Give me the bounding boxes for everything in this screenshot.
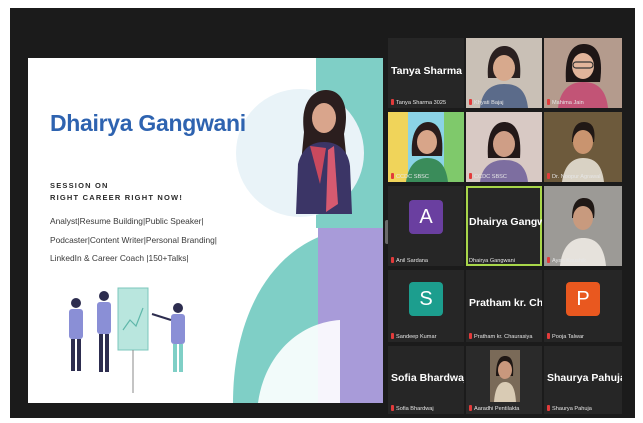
participant-caption: Shaurya Pahuja: [547, 405, 620, 412]
mic-muted-icon: [547, 99, 550, 105]
participant-tile[interactable]: P Pooja Talwar: [544, 270, 622, 342]
participant-video: [466, 346, 542, 414]
participant-caption: Sofia Bhardwaj: [391, 405, 462, 412]
participant-caption: Pratham kr. Chaurasiya: [469, 333, 540, 340]
participant-video: [544, 112, 622, 182]
participant-caption: Sandeep Kumar: [391, 333, 462, 340]
mic-muted-icon: [469, 333, 472, 339]
participant-video: [388, 112, 464, 182]
participant-caption: CCDC SBSC: [391, 173, 462, 180]
participant-name-large: Sofia Bhardwaj: [391, 371, 464, 384]
mic-muted-icon: [547, 173, 550, 179]
mic-muted-icon: [547, 257, 550, 263]
participant-caption: Pooja Talwar: [547, 333, 620, 340]
participant-tile-active-speaker[interactable]: Dhairya Gangw... Dhairya Gangwani: [466, 186, 542, 266]
participant-tile[interactable]: Tanya Sharma 3... Tanya Sharma 3025: [388, 38, 464, 108]
participant-caption: Khyati Bajaj: [469, 99, 540, 106]
participant-caption: Ayan Kaushik: [547, 257, 620, 264]
participant-caption: Tanya Sharma 3025: [391, 99, 462, 106]
participant-tile[interactable]: Shaurya Pahuja Shaurya Pahuja: [544, 346, 622, 414]
participant-caption: Mahima Jain: [547, 99, 620, 106]
presenter-photo: [296, 90, 352, 214]
avatar-initial: A: [409, 200, 443, 234]
participant-caption: Dr. Noopur Agrawal: [547, 173, 620, 180]
participant-caption: Aaradhi Pentilakta: [469, 405, 540, 412]
presenter-name: Dhairya Gangwani: [50, 110, 246, 136]
shared-screen-slide: Dhairya Gangwani SESSION ON RIGHT CAREER…: [28, 58, 383, 403]
roles-line-2: Podcaster|Content Writer|Personal Brandi…: [50, 235, 217, 245]
mic-muted-icon: [391, 173, 394, 179]
meeting-window: Dhairya Gangwani SESSION ON RIGHT CAREER…: [10, 8, 635, 418]
mic-muted-icon: [391, 333, 394, 339]
session-title: RIGHT CAREER RIGHT NOW!: [50, 193, 184, 202]
participant-name-large: Dhairya Gangw...: [469, 216, 542, 229]
avatar-initial: S: [409, 282, 443, 316]
participant-name-large: Shaurya Pahuja: [547, 371, 622, 384]
mic-muted-icon: [547, 333, 550, 339]
participant-tile[interactable]: CCDC SBSC: [388, 112, 464, 182]
participant-tile[interactable]: Sofia Bhardwaj Sofia Bhardwaj: [388, 346, 464, 414]
participant-name-large: Pratham kr. Cha...: [469, 297, 542, 310]
participant-caption: CCDC SBSC: [469, 173, 540, 180]
participant-video: [544, 186, 622, 266]
participant-caption: Anil Sardana: [391, 257, 462, 264]
mic-muted-icon: [469, 173, 472, 179]
roles-line-3: LinkedIn & Career Coach |150+Talks|: [50, 253, 189, 263]
avatar-initial: P: [566, 282, 600, 316]
mic-muted-icon: [391, 99, 394, 105]
participant-tile[interactable]: A Anil Sardana: [388, 186, 464, 266]
participant-video: [466, 38, 542, 108]
mic-muted-icon: [469, 405, 472, 411]
participant-tile[interactable]: Mahima Jain: [544, 38, 622, 108]
participant-tile[interactable]: Aaradhi Pentilakta: [466, 346, 542, 414]
participant-tile[interactable]: Dr. Noopur Agrawal: [544, 112, 622, 182]
participant-tile[interactable]: Ayan Kaushik: [544, 186, 622, 266]
participant-caption: Dhairya Gangwani: [469, 258, 516, 264]
mic-muted-icon: [391, 405, 394, 411]
participant-tile[interactable]: Khyati Bajaj: [466, 38, 542, 108]
session-label: SESSION ON: [50, 181, 109, 190]
mic-muted-icon: [547, 405, 550, 411]
participant-video: [466, 112, 542, 182]
mic-muted-icon: [469, 99, 472, 105]
participant-tile[interactable]: S Sandeep Kumar: [388, 270, 464, 342]
participant-video: [544, 38, 622, 108]
participant-name-large: Tanya Sharma 3...: [391, 64, 464, 77]
participant-tile[interactable]: CCDC SBSC: [466, 112, 542, 182]
participant-tile[interactable]: Pratham kr. Cha... Pratham kr. Chaurasiy…: [466, 270, 542, 342]
roles-line-1: Analyst|Resume Building|Public Speaker|: [50, 216, 204, 226]
mic-muted-icon: [391, 257, 394, 263]
